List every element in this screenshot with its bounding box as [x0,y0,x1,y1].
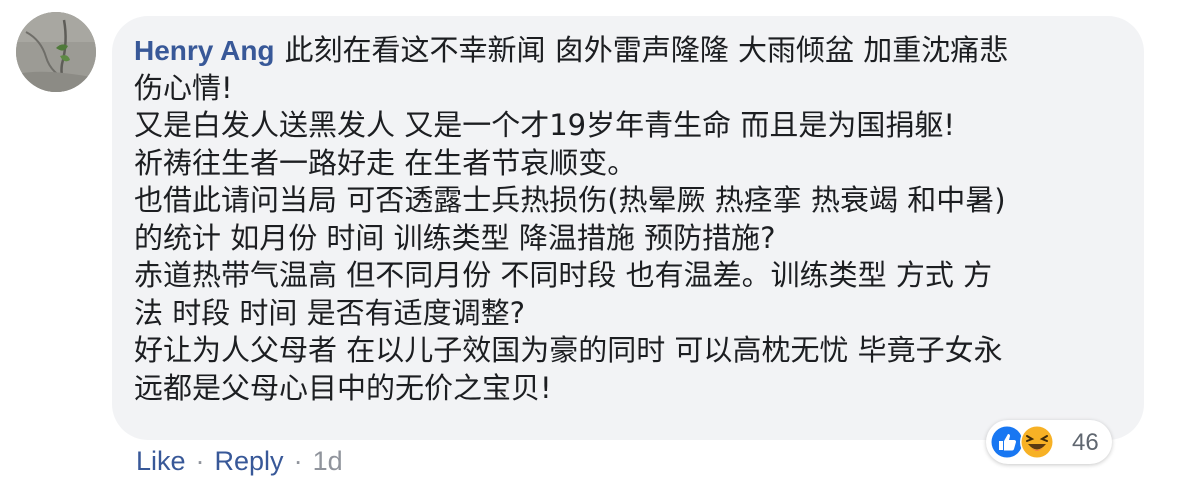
reaction-count: 46 [1072,429,1099,456]
comment-line: 祈祷往生者一路好走 在生者节哀顺变。 [134,145,637,180]
avatar[interactable] [16,12,96,92]
comment-author-name[interactable]: Henry Ang [134,35,275,66]
haha-icon [1020,425,1054,459]
reactions-summary[interactable]: 46 [986,420,1112,464]
comment-line: 的统计 如月份 时间 训练类型 降温措施 预防措施? [134,220,776,255]
comment-bubble: Henry Ang 此刻在看这不幸新闻 囱外雷声隆隆 大雨倾盆 加重沈痛悲 伤心情… [112,16,1144,440]
comment-line: 赤道热带气温高 但不同月份 不同时段 也有温差。训练类型 方式 方 [134,258,993,292]
comment-timestamp[interactable]: 1d [313,446,343,476]
like-button[interactable]: Like [136,446,186,476]
comment-line: 法 时段 时间 是否有适度调整? [134,295,526,330]
avatar-image [16,12,96,92]
comment-line: 好让为人父母者 在以儿子效国为豪的同时 可以高枕无忧 毕竟子女永 [134,333,1003,367]
comment-text: Henry Ang 此刻在看这不幸新闻 囱外雷声隆隆 大雨倾盆 加重沈痛悲 伤心情… [134,32,1124,407]
comment-actions: Like · Reply · 1d [136,446,343,477]
comment-line: 此刻在看这不幸新闻 囱外雷声隆隆 大雨倾盆 加重沈痛悲 [284,33,1009,67]
comment: Henry Ang 此刻在看这不幸新闻 囱外雷声隆隆 大雨倾盆 加重沈痛悲 伤心情… [0,0,1200,497]
separator: · [293,446,303,476]
reply-button[interactable]: Reply [215,446,284,476]
comment-line: 又是白发人送黑发人 又是一个才19岁年青生命 而且是为国捐躯! [134,108,955,142]
comment-line: 伤心情! [134,70,233,105]
comment-line: 远都是父母心目中的无价之宝贝! [134,370,552,405]
comment-line: 也借此请问当局 可否透露士兵热损伤(热晕厥 热痉挛 热衰竭 和中暑) [134,183,1006,217]
separator: · [195,446,205,476]
